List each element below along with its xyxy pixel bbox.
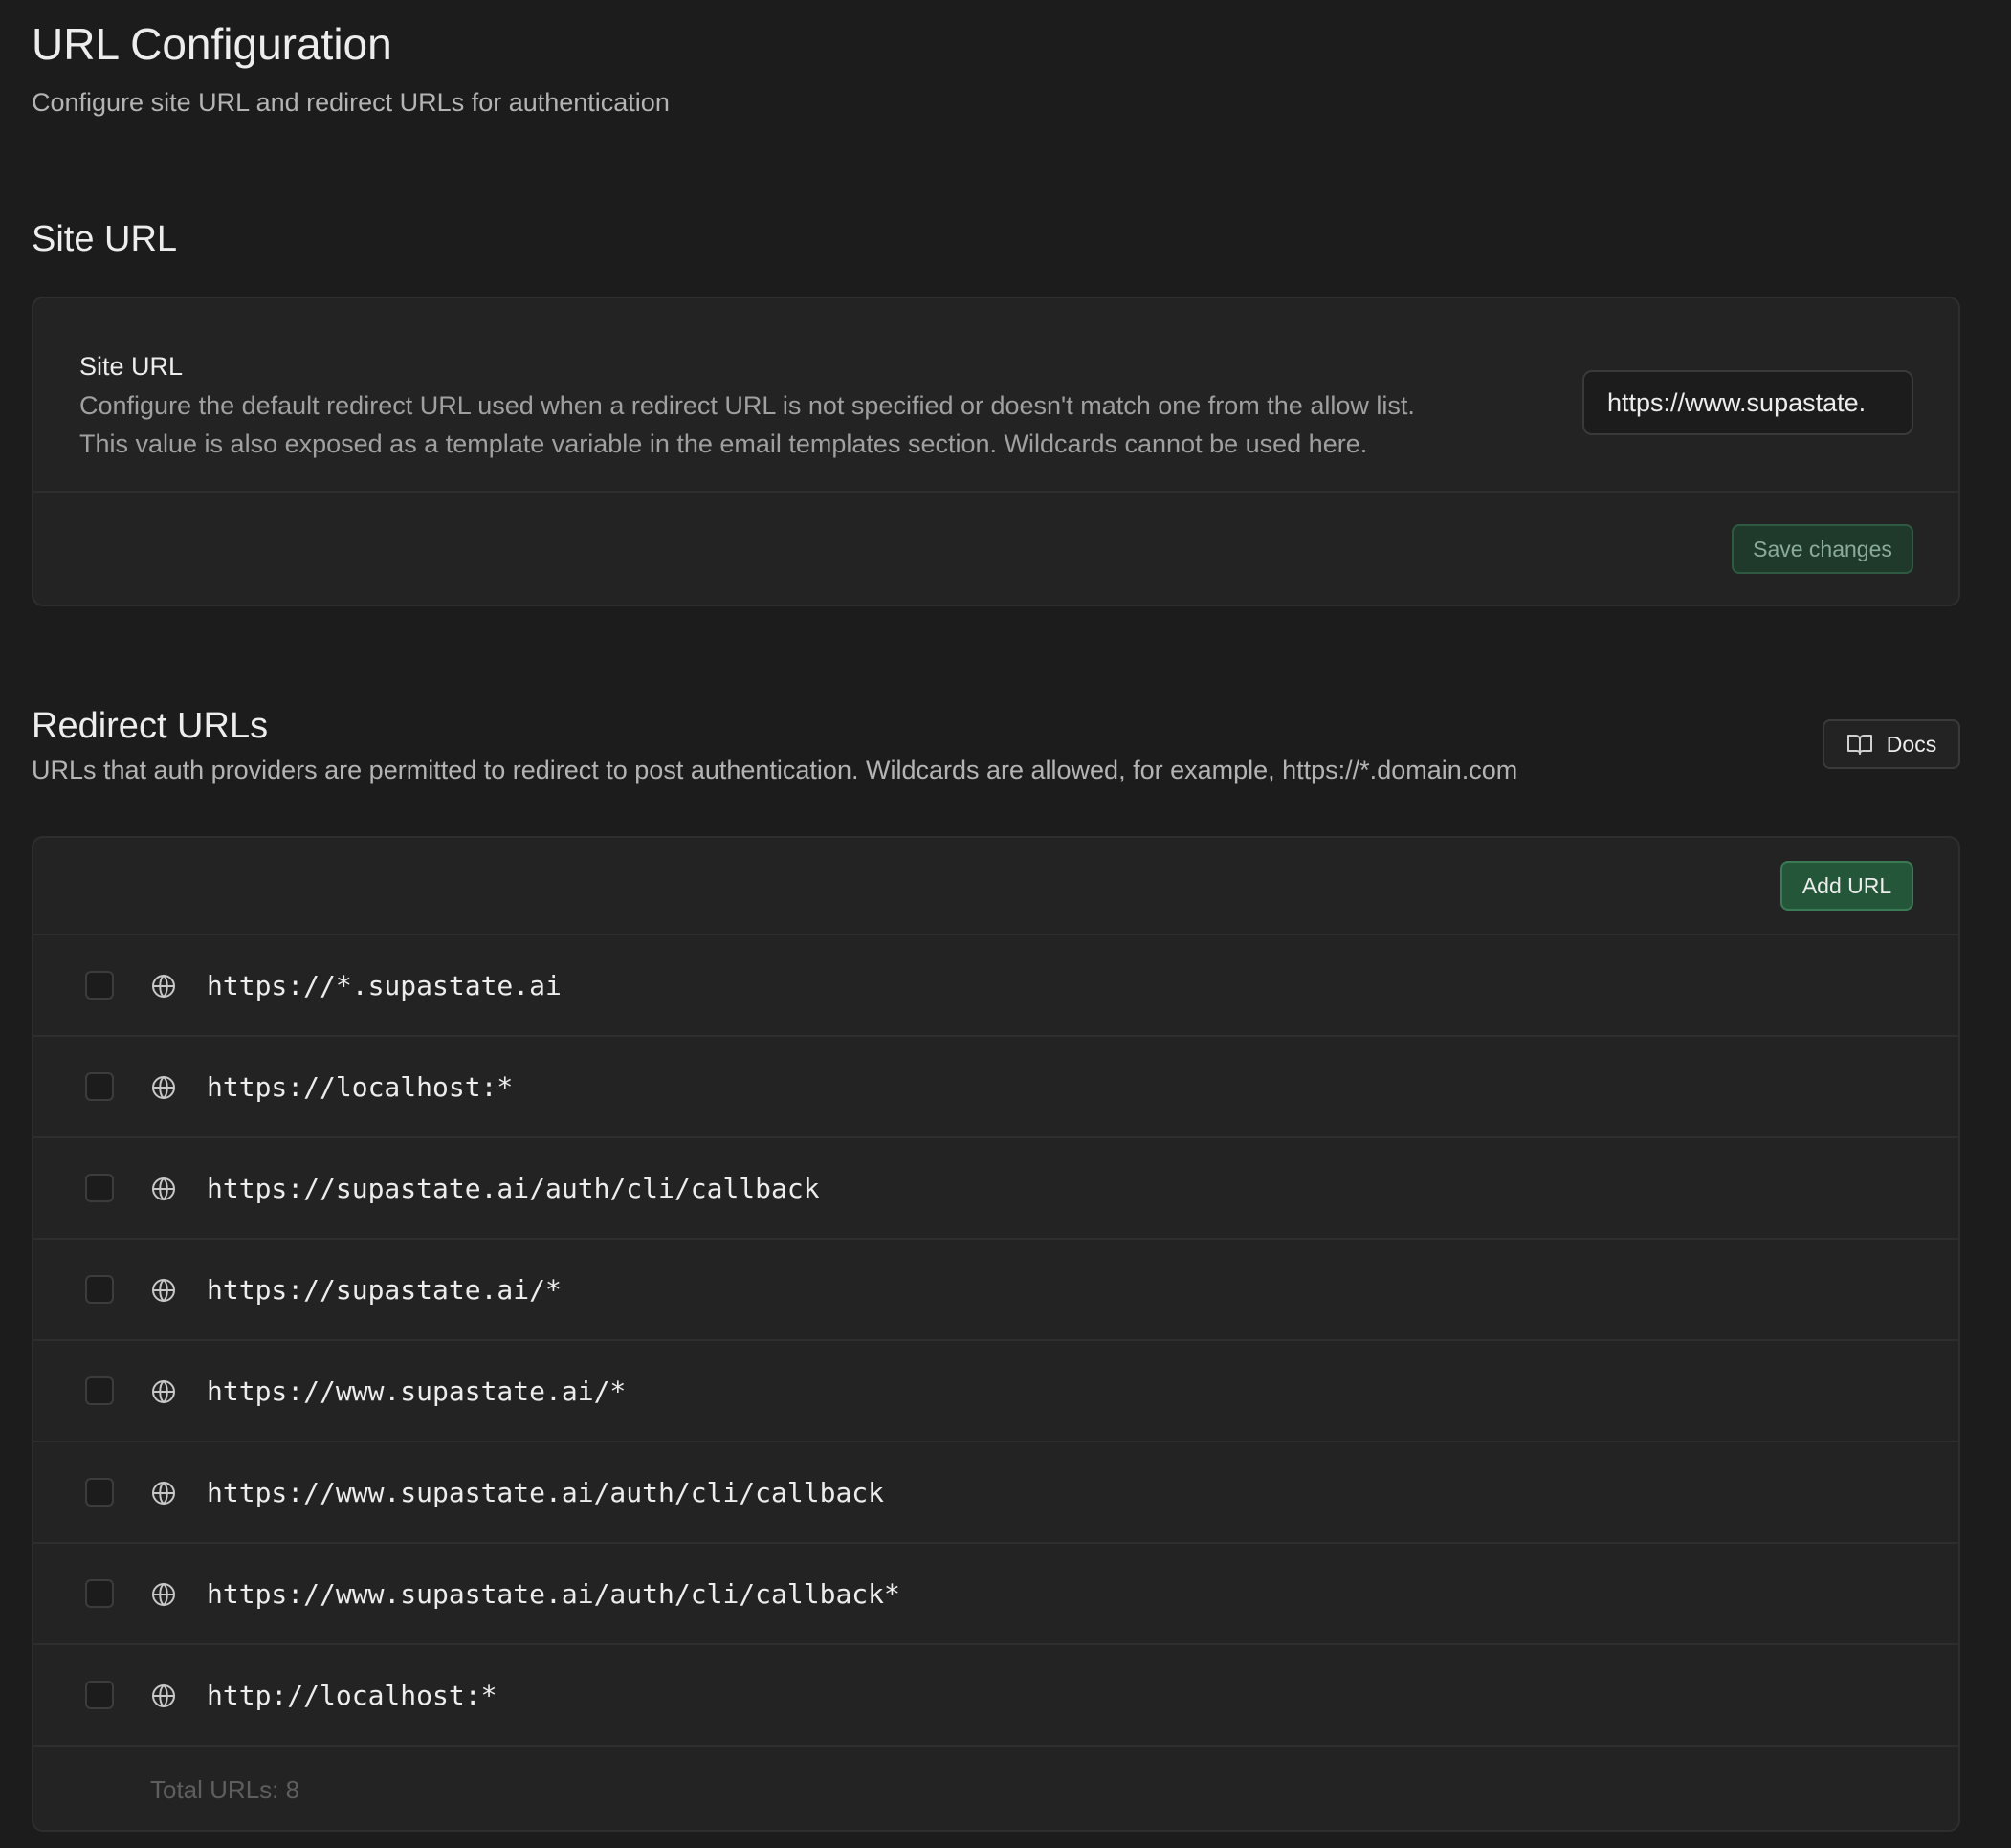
site-url-description-line-1: Configure the default redirect URL used … bbox=[79, 391, 1415, 420]
redirect-url-row[interactable]: https://www.supastate.ai/auth/cli/callba… bbox=[33, 1442, 1958, 1544]
redirect-url-row[interactable]: http://localhost:* bbox=[33, 1645, 1958, 1747]
save-changes-button[interactable]: Save changes bbox=[1732, 524, 1913, 574]
redirect-urls-card-header: Add URL bbox=[33, 838, 1958, 935]
redirect-url-row[interactable]: https://www.supastate.ai/auth/cli/callba… bbox=[33, 1544, 1958, 1645]
redirect-url-list: https://*.supastate.ai https://localhost… bbox=[33, 935, 1958, 1747]
redirect-url-text: https://*.supastate.ai bbox=[207, 970, 562, 1001]
globe-icon bbox=[152, 1278, 175, 1303]
row-checkbox[interactable] bbox=[85, 1579, 114, 1608]
docs-button-label: Docs bbox=[1886, 731, 1937, 757]
site-url-description-line-2: This value is also exposed as a template… bbox=[79, 429, 1368, 458]
globe-icon bbox=[152, 974, 175, 999]
site-url-input[interactable] bbox=[1582, 370, 1913, 435]
redirect-urls-description: URLs that auth providers are permitted t… bbox=[32, 756, 1518, 784]
row-checkbox[interactable] bbox=[85, 1072, 114, 1101]
row-checkbox[interactable] bbox=[85, 1681, 114, 1709]
redirect-url-row[interactable]: https://*.supastate.ai bbox=[33, 935, 1958, 1037]
docs-button[interactable]: Docs bbox=[1823, 719, 1960, 769]
globe-icon bbox=[152, 1481, 175, 1506]
site-url-section-title: Site URL bbox=[32, 219, 178, 259]
redirect-url-text: https://supastate.ai/auth/cli/callback bbox=[207, 1173, 820, 1204]
total-urls-count: Total URLs: 8 bbox=[150, 1775, 300, 1804]
row-checkbox[interactable] bbox=[85, 1174, 114, 1202]
globe-icon bbox=[152, 1683, 175, 1708]
site-url-card: Site URL Configure the default redirect … bbox=[32, 297, 1960, 606]
site-url-card-body: Site URL Configure the default redirect … bbox=[33, 298, 1958, 493]
row-checkbox[interactable] bbox=[85, 1376, 114, 1405]
redirect-url-row[interactable]: https://localhost:* bbox=[33, 1037, 1958, 1138]
globe-icon bbox=[152, 1582, 175, 1607]
globe-icon bbox=[152, 1177, 175, 1201]
redirect-url-row[interactable]: https://supastate.ai/auth/cli/callback bbox=[33, 1138, 1958, 1240]
site-url-field-label: Site URL bbox=[79, 352, 184, 381]
site-url-field-description: Configure the default redirect URL used … bbox=[79, 386, 1553, 463]
redirect-url-row[interactable]: https://supastate.ai/* bbox=[33, 1240, 1958, 1341]
redirect-url-text: https://supastate.ai/* bbox=[207, 1274, 562, 1306]
row-checkbox[interactable] bbox=[85, 1275, 114, 1304]
redirect-url-text: https://www.supastate.ai/auth/cli/callba… bbox=[207, 1477, 885, 1508]
row-checkbox[interactable] bbox=[85, 971, 114, 1000]
redirect-url-row[interactable]: https://www.supastate.ai/* bbox=[33, 1341, 1958, 1442]
globe-icon bbox=[152, 1379, 175, 1404]
redirect-url-text: https://www.supastate.ai/* bbox=[207, 1375, 627, 1407]
row-checkbox[interactable] bbox=[85, 1478, 114, 1507]
redirect-url-text: http://localhost:* bbox=[207, 1680, 497, 1711]
redirect-url-text: https://localhost:* bbox=[207, 1071, 514, 1103]
add-url-button[interactable]: Add URL bbox=[1780, 861, 1913, 911]
page-subtitle: Configure site URL and redirect URLs for… bbox=[32, 88, 670, 117]
redirect-url-text: https://www.supastate.ai/auth/cli/callba… bbox=[207, 1578, 900, 1610]
redirect-urls-section-title: Redirect URLs bbox=[32, 706, 269, 746]
globe-icon bbox=[152, 1075, 175, 1100]
book-open-icon bbox=[1846, 735, 1872, 755]
redirect-urls-card: Add URL https://*.supastate.ai https://l… bbox=[32, 836, 1960, 1832]
page-title: URL Configuration bbox=[32, 19, 392, 69]
